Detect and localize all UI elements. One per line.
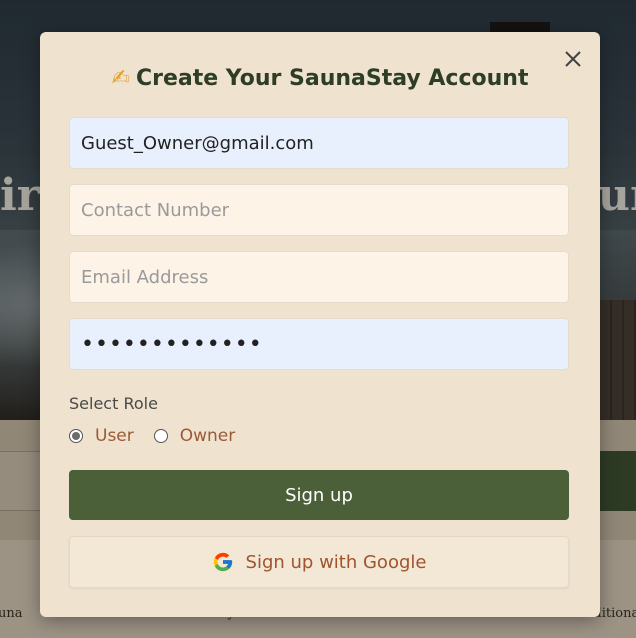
email-field[interactable] bbox=[69, 251, 569, 303]
role-owner-label[interactable]: Owner bbox=[180, 426, 236, 446]
google-g-icon bbox=[213, 552, 232, 572]
writing-hand-icon: ✍ bbox=[111, 66, 130, 91]
role-radio-group: User Owner bbox=[69, 424, 255, 448]
contact-number-field[interactable] bbox=[69, 184, 569, 236]
google-signup-button[interactable]: Sign up with Google bbox=[69, 536, 569, 588]
role-label: Select Role bbox=[69, 394, 158, 413]
signup-modal: ✍Create Your SaunaStay Account Select Ro… bbox=[40, 32, 600, 617]
password-field[interactable] bbox=[69, 318, 569, 370]
google-signup-label: Sign up with Google bbox=[245, 551, 427, 573]
role-user-label[interactable]: User bbox=[95, 426, 134, 446]
modal-title: ✍ Create Your SaunaStay Account bbox=[40, 66, 600, 91]
role-user-radio[interactable] bbox=[69, 429, 83, 443]
role-owner-radio[interactable] bbox=[153, 429, 168, 443]
username-field[interactable] bbox=[69, 117, 569, 169]
modal-title-text: Create Your SaunaStay Account bbox=[135, 66, 529, 91]
signup-button[interactable]: Sign up bbox=[69, 470, 569, 520]
